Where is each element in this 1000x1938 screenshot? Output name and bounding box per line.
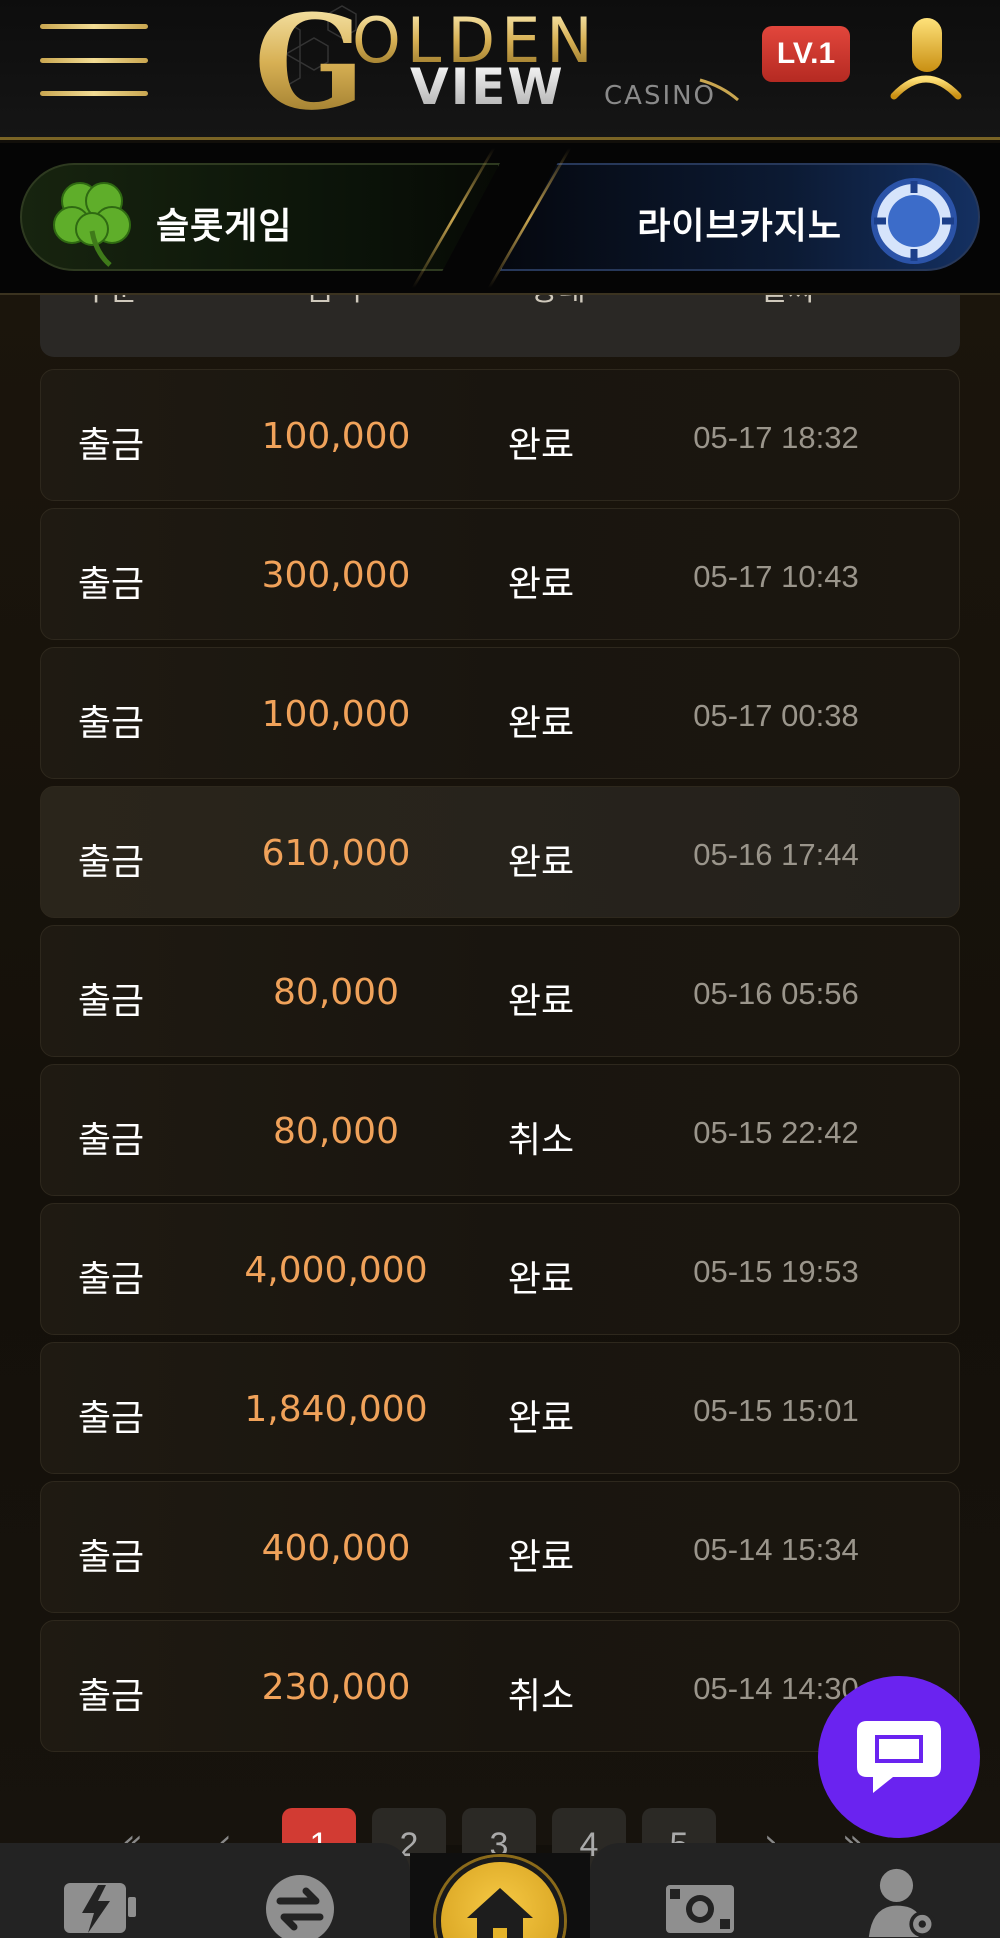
row-amount: 100,000 (261, 416, 411, 457)
table-row[interactable]: 출금 80,000 취소 05-15 22:42 (40, 1064, 960, 1196)
row-amount: 4,000,000 (244, 1250, 428, 1291)
menu-line (40, 24, 148, 29)
game-category-bar: 슬롯게임 라이브카지노 (0, 143, 1000, 295)
row-status: 취소 (507, 1120, 575, 1161)
row-date: 05-14 15:34 (693, 1532, 859, 1567)
golden-view-logo[interactable]: G OLDEN VIEW CASINO (252, 0, 752, 126)
row-status: 완료 (507, 981, 575, 1022)
level-badge: LV.1 (762, 26, 850, 82)
chat-bubble-icon (857, 1721, 941, 1793)
withdrawal-history-list: 구분 금액 상태 날짜 출금 100,000 완료 05-17 18:32 출금… (0, 295, 1000, 1845)
logo-sub: CASINO (604, 81, 716, 111)
row-date: 05-15 22:42 (693, 1115, 859, 1150)
column-header: 구분 (10, 295, 210, 309)
table-row[interactable]: 출금 4,000,000 완료 05-15 19:53 (40, 1203, 960, 1335)
row-status: 취소 (507, 1676, 575, 1717)
row-amount: 300,000 (261, 555, 411, 596)
table-row[interactable]: 출금 80,000 완료 05-16 05:56 (40, 925, 960, 1057)
home-button[interactable] (436, 1857, 564, 1938)
column-header: 상태 (458, 295, 658, 309)
row-date: 05-16 17:44 (693, 837, 859, 872)
row-status: 완료 (507, 425, 575, 466)
exchange-arrows-icon[interactable] (260, 1871, 340, 1938)
bottom-navigation (0, 1843, 1000, 1938)
row-status: 완료 (507, 842, 575, 883)
row-status: 완료 (507, 1398, 575, 1439)
row-amount: 1,840,000 (244, 1389, 428, 1430)
table-row[interactable]: 출금 610,000 완료 05-16 17:44 (40, 786, 960, 918)
clover-icon (53, 182, 131, 267)
column-header: 날짜 (688, 295, 888, 309)
table-row[interactable]: 출금 100,000 완료 05-17 00:38 (40, 647, 960, 779)
row-status: 완료 (507, 1259, 575, 1300)
live-chat-button[interactable] (818, 1676, 980, 1838)
row-amount: 80,000 (273, 1111, 399, 1152)
table-row[interactable]: 출금 400,000 완료 05-14 15:34 (40, 1481, 960, 1613)
row-amount: 80,000 (273, 972, 399, 1013)
user-settings-icon[interactable] (862, 1867, 942, 1937)
user-icon[interactable] (890, 16, 962, 100)
slot-game-button[interactable]: 슬롯게임 (20, 163, 500, 271)
row-type: 출금 (77, 564, 145, 605)
row-type: 출금 (77, 981, 145, 1022)
logo-text-bottom: VIEW (410, 58, 565, 116)
row-amount: 100,000 (261, 694, 411, 735)
row-type: 출금 (77, 1120, 145, 1161)
row-type: 출금 (77, 1259, 145, 1300)
live-casino-button[interactable]: 라이브카지노 (500, 163, 980, 271)
row-date: 05-17 18:32 (693, 420, 859, 455)
row-status: 완료 (507, 564, 575, 605)
logo-initial: G (254, 0, 365, 126)
home-icon (467, 1888, 533, 1938)
top-header: G OLDEN VIEW CASINO LV.1 (0, 0, 1000, 140)
row-type: 출금 (77, 703, 145, 744)
lightning-battery-icon[interactable] (60, 1871, 140, 1938)
row-type: 출금 (77, 425, 145, 466)
row-type: 출금 (77, 1537, 145, 1578)
money-icon[interactable] (660, 1871, 740, 1938)
row-date: 05-15 15:01 (693, 1393, 859, 1428)
row-amount: 610,000 (261, 833, 411, 874)
slot-game-label: 슬롯게임 (156, 206, 293, 247)
row-status: 완료 (507, 703, 575, 744)
row-status: 완료 (507, 1537, 575, 1578)
live-casino-label: 라이브카지노 (637, 206, 842, 247)
row-type: 출금 (77, 1676, 145, 1717)
table-row[interactable]: 출금 100,000 완료 05-17 18:32 (40, 369, 960, 501)
table-row[interactable]: 출금 300,000 완료 05-17 10:43 (40, 508, 960, 640)
row-date: 05-15 19:53 (693, 1254, 859, 1289)
row-date: 05-17 00:38 (693, 698, 859, 733)
row-date: 05-16 05:56 (693, 976, 859, 1011)
row-amount: 400,000 (261, 1528, 411, 1569)
row-type: 출금 (77, 1398, 145, 1439)
casino-chip-icon (871, 178, 957, 264)
menu-line (40, 91, 148, 96)
column-header: 금액 (234, 295, 434, 309)
hamburger-menu-icon[interactable] (40, 24, 148, 96)
row-amount: 230,000 (261, 1667, 411, 1708)
row-type: 출금 (77, 842, 145, 883)
row-date: 05-17 10:43 (693, 559, 859, 594)
table-row[interactable]: 출금 1,840,000 완료 05-15 15:01 (40, 1342, 960, 1474)
table-header: 구분 금액 상태 날짜 (40, 295, 960, 357)
menu-line (40, 57, 148, 63)
